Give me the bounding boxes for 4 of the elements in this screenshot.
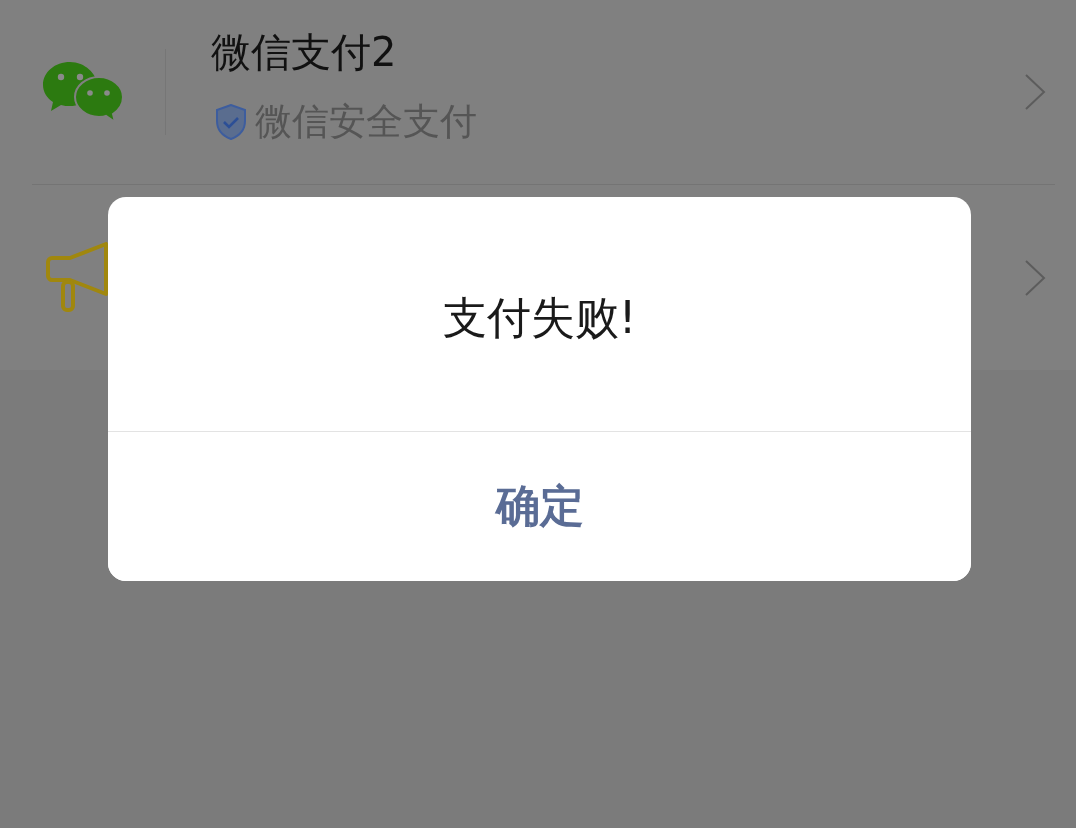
chevron-right-icon xyxy=(1024,73,1046,111)
dialog-message: 支付失败! xyxy=(442,291,637,345)
payment-method-title: 微信支付2 xyxy=(211,28,398,76)
chevron-right-icon xyxy=(1024,258,1046,297)
